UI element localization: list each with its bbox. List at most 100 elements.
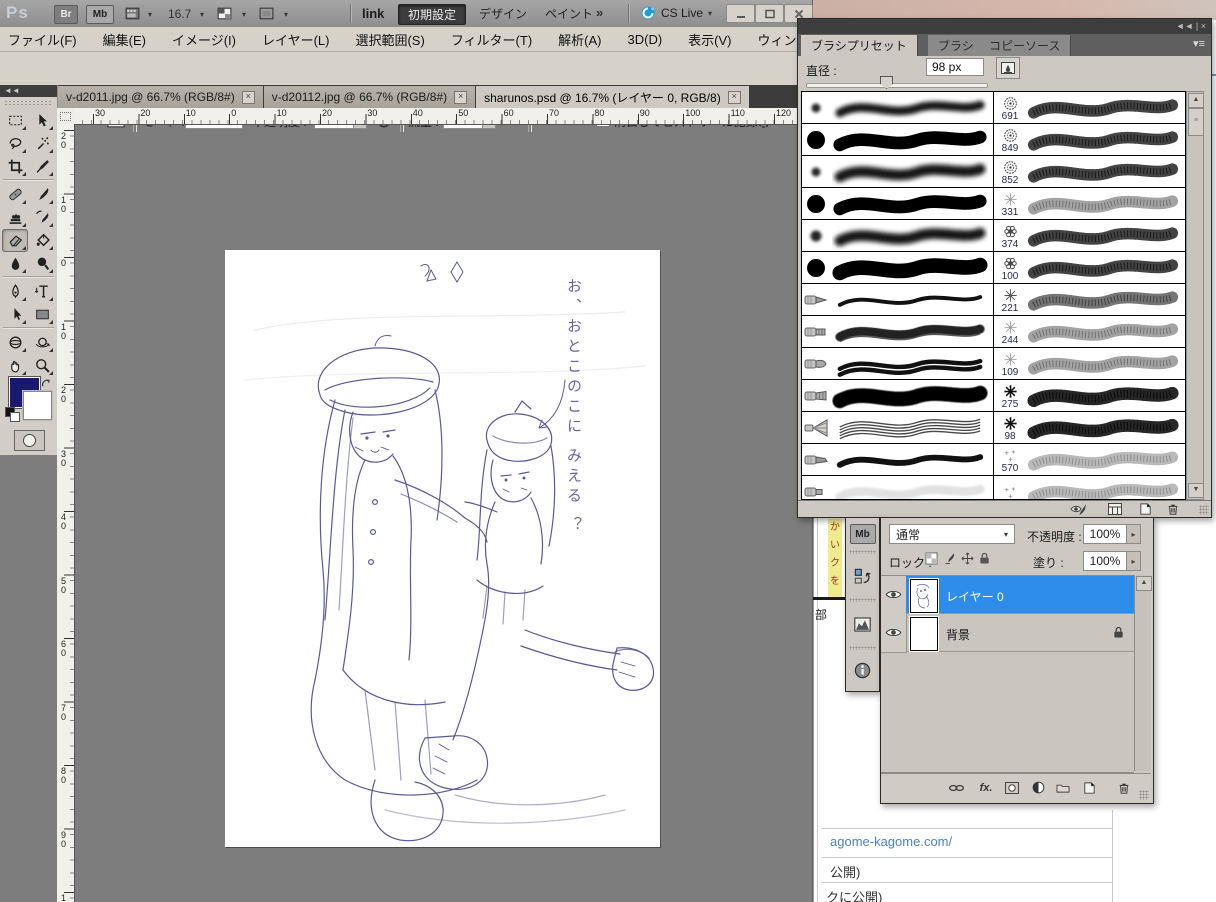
brush-preset-item[interactable] (802, 156, 993, 188)
horizontal-ruler[interactable]: 3020100102030405060708090100110120130 (74, 108, 812, 125)
visibility-gutter[interactable] (881, 614, 907, 653)
clone-stamp-tool-icon[interactable] (2, 206, 28, 229)
layer-thumbnail[interactable] (910, 617, 938, 651)
brush-list-scrollbar[interactable]: ▲ ≡ ▼ (1186, 91, 1204, 500)
layer-thumbnail[interactable] (910, 579, 938, 613)
document-tab[interactable]: v-d20112.jpg @ 66.7% (RGB/8#) × (263, 86, 477, 108)
healing-brush-tool-icon[interactable] (2, 183, 28, 206)
diameter-slider[interactable] (806, 83, 988, 88)
document-canvas[interactable]: お、おとこのこに みえる ？ (225, 250, 660, 847)
toolbar-collapse-icon[interactable]: ◄◄ (0, 85, 57, 97)
delete-preset-icon[interactable] (1164, 501, 1182, 516)
lock-transparency-icon[interactable] (925, 552, 938, 565)
vertical-ruler[interactable]: 20100102030405060708090100 (57, 124, 75, 902)
link-label[interactable]: link (362, 6, 384, 21)
browser-link[interactable]: agome-kagome.com/ (830, 834, 952, 849)
fill-value[interactable]: 100% (1083, 551, 1127, 571)
brush-preset-item[interactable] (802, 316, 993, 348)
eye-icon[interactable] (885, 589, 902, 600)
cs-live-menu[interactable]: CS Live ▾ (640, 5, 712, 21)
brush-preset-item[interactable] (802, 124, 993, 156)
zoom-level-value[interactable]: 16.7 (168, 7, 191, 21)
brush-preset-item[interactable]: 849 (994, 124, 1185, 156)
3d-orbit-tool-icon[interactable] (29, 331, 55, 354)
background-color-swatch[interactable] (23, 391, 52, 420)
ruler-origin-corner[interactable] (57, 108, 75, 125)
histogram-panel-icon[interactable] (846, 604, 879, 644)
eyedropper-tool-icon[interactable] (29, 155, 55, 178)
view-extras-icon[interactable] (124, 5, 144, 22)
layers-scrollbar[interactable]: ▲ (1134, 575, 1152, 771)
layer-opacity-value[interactable]: 100% (1083, 524, 1127, 544)
workspace-button-default[interactable]: 初期設定 (398, 4, 467, 25)
workspace-button-paint[interactable]: ペイント (536, 4, 602, 23)
swap-colors-icon[interactable] (40, 377, 53, 390)
diameter-input[interactable]: 98 px (926, 58, 984, 76)
brush-preset-item[interactable] (802, 380, 993, 412)
blur-tool-icon[interactable] (2, 252, 28, 275)
visibility-gutter[interactable] (881, 576, 907, 615)
chevron-down-icon[interactable]: ▾ (242, 10, 246, 19)
brush-preset-item[interactable]: 570 (994, 444, 1185, 476)
toolbar-grip[interactable] (4, 100, 53, 106)
layer-name[interactable]: 背景 (946, 626, 970, 643)
lock-position-icon[interactable] (961, 552, 974, 565)
scrollbar-thumb[interactable]: ≡ (1188, 108, 1204, 136)
layer-name[interactable]: レイヤー 0 (946, 588, 1004, 605)
scroll-up-icon[interactable]: ▲ (1136, 576, 1152, 591)
3d-rotate-tool-icon[interactable] (2, 331, 28, 354)
paint-bucket-tool-icon[interactable] (29, 229, 55, 252)
link-layers-icon[interactable] (946, 779, 966, 796)
brush-preview-toggle-icon[interactable] (996, 57, 1020, 79)
menu-item[interactable]: 3D(D) (628, 32, 663, 47)
bridge-button[interactable]: Br (54, 5, 78, 24)
menu-item[interactable]: 解析(A) (558, 30, 601, 49)
workspace-overflow-chevrons[interactable]: » (596, 5, 603, 20)
scroll-down-icon[interactable]: ▼ (1188, 483, 1204, 498)
new-group-icon[interactable] (1053, 779, 1073, 796)
chevron-down-icon[interactable]: ▾ (148, 10, 152, 19)
scroll-up-icon[interactable]: ▲ (1188, 93, 1204, 108)
close-panel-icon[interactable]: × (1201, 21, 1206, 31)
history-brush-tool-icon[interactable] (29, 206, 55, 229)
eye-icon[interactable] (885, 627, 902, 638)
brush-preset-item[interactable]: 109 (994, 348, 1185, 380)
tab-brush[interactable]: ブラシ (928, 35, 985, 56)
layer-row[interactable]: レイヤー 0 (881, 576, 1134, 615)
brush-preset-item[interactable] (802, 444, 993, 476)
brush-preset-item[interactable] (802, 284, 993, 316)
brush-preset-item[interactable] (994, 476, 1185, 499)
workspace-button-design[interactable]: デザイン (470, 4, 536, 23)
brush-preset-item[interactable] (802, 188, 993, 220)
close-tab-icon[interactable]: × (241, 90, 255, 104)
new-preset-icon[interactable] (1136, 501, 1154, 516)
lasso-tool-icon[interactable] (2, 132, 28, 155)
layer-opacity-spinner[interactable]: ▸ (1127, 524, 1141, 544)
brush-preset-item[interactable] (802, 476, 993, 499)
lock-paint-icon[interactable] (943, 552, 956, 565)
brush-preset-item[interactable]: 221 (994, 284, 1185, 316)
document-tab[interactable]: v-d2011.jpg @ 66.7% (RGB/8#) × (58, 86, 264, 108)
arrange-documents-icon[interactable] (216, 5, 236, 22)
collapse-panel-icon[interactable]: ◄◄ (1176, 21, 1194, 31)
brush-preset-item[interactable] (802, 92, 993, 124)
menu-item[interactable]: 選択範囲(S) (355, 30, 424, 49)
screen-mode-icon[interactable] (258, 5, 278, 22)
history-panel-icon[interactable] (846, 556, 879, 596)
mini-bridge-panel-button[interactable]: Mb (849, 524, 876, 544)
menu-item[interactable]: ファイル(F) (8, 30, 77, 49)
brush-preset-item[interactable]: 331 (994, 188, 1185, 220)
tab-clone-source[interactable]: コピーソース (979, 35, 1072, 56)
brush-preset-item[interactable]: 100 (994, 252, 1185, 284)
chevron-down-icon[interactable]: ▾ (200, 10, 204, 19)
adjustment-layer-icon[interactable] (1028, 779, 1048, 796)
brush-preset-item[interactable] (802, 252, 993, 284)
close-tab-icon[interactable]: × (454, 90, 468, 104)
type-tool-icon[interactable] (29, 280, 55, 303)
document-tab[interactable]: sharunos.psd @ 16.7% (レイヤー 0, RGB/8) × (476, 86, 750, 108)
panel-resize-grip[interactable] (1139, 790, 1149, 800)
brush-preset-item[interactable]: 691 (994, 92, 1185, 124)
dodge-tool-icon[interactable] (29, 252, 55, 275)
zoom-tool-icon[interactable] (29, 354, 55, 377)
brush-preset-item[interactable] (802, 348, 993, 380)
